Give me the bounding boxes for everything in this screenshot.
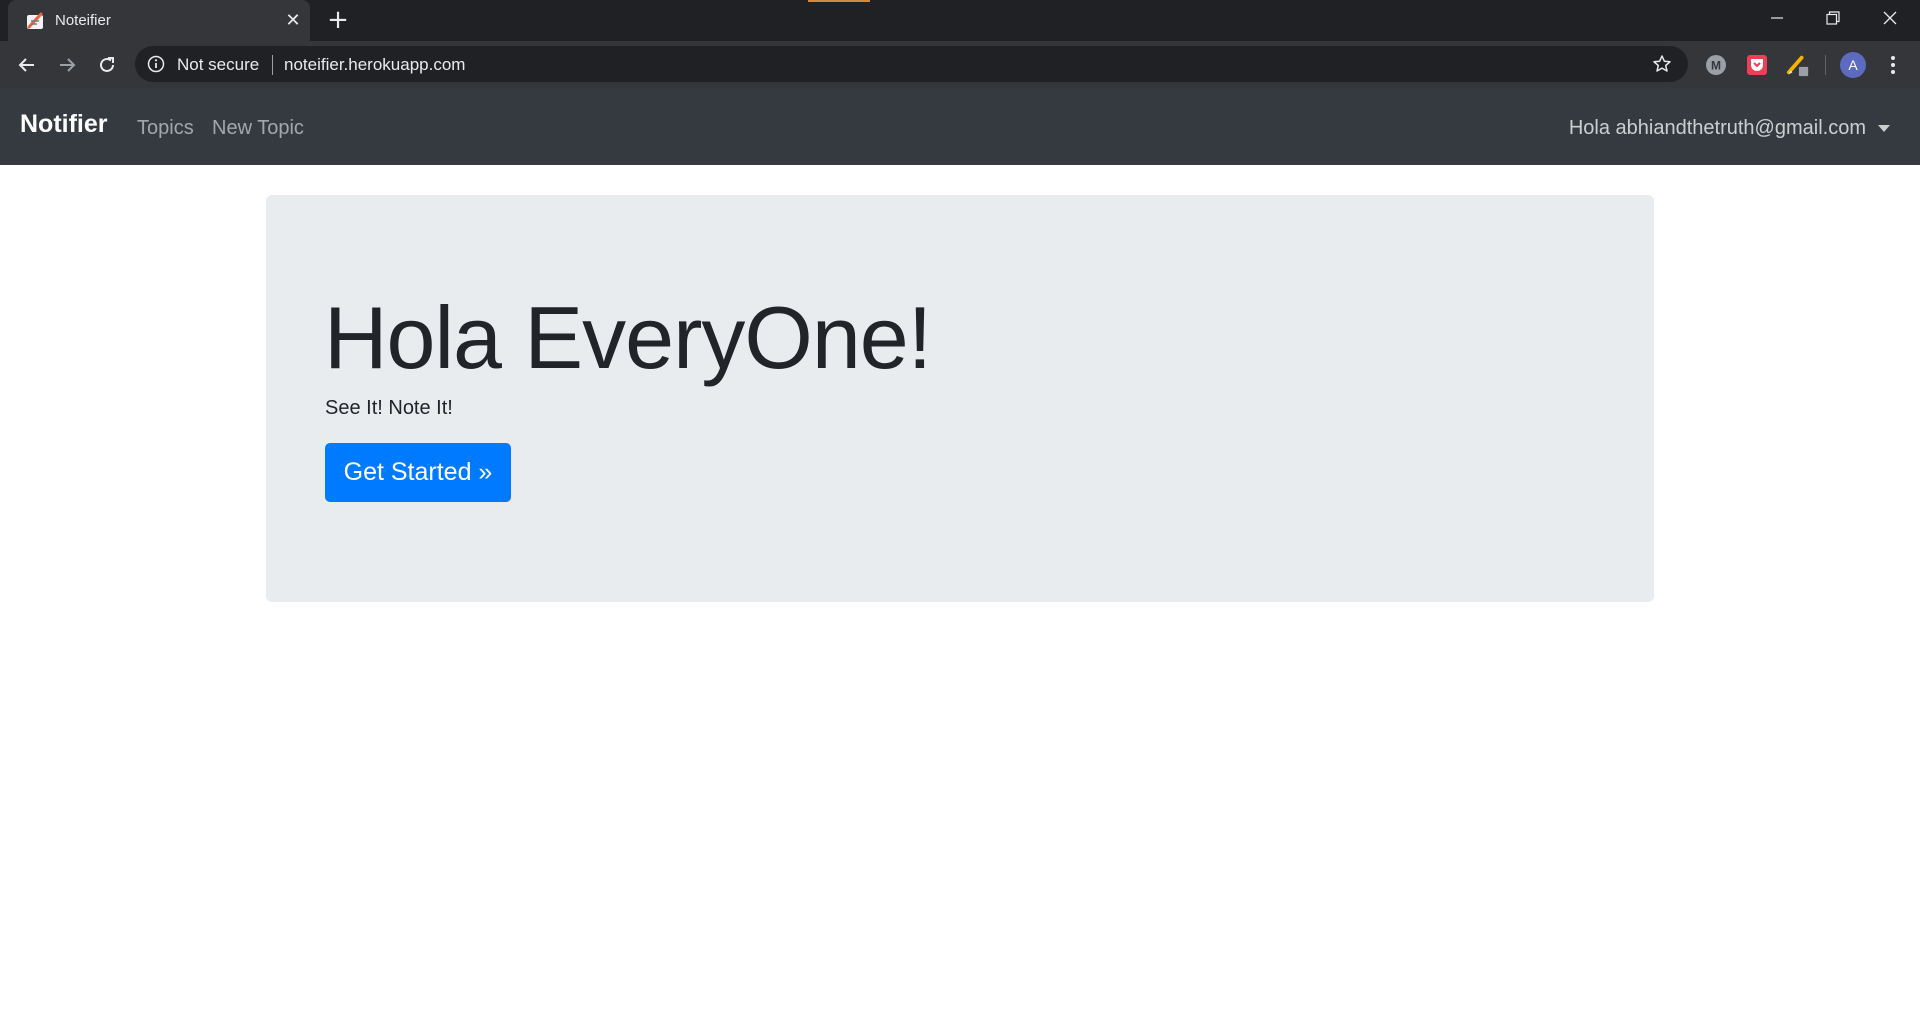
user-dropdown[interactable]: Hola abhiandthetruth@gmail.com bbox=[1569, 117, 1890, 140]
browser-tab[interactable]: Noteifier ✕ bbox=[8, 0, 310, 41]
close-window-icon[interactable] bbox=[1862, 0, 1918, 36]
get-started-button[interactable]: Get Started » bbox=[325, 443, 511, 502]
hero-tagline: See It! Note It! bbox=[325, 397, 453, 419]
browser-menu-icon[interactable] bbox=[1883, 53, 1903, 77]
tab-strip-accent bbox=[808, 0, 870, 2]
restore-icon[interactable] bbox=[1805, 0, 1861, 36]
profile-avatar[interactable]: A bbox=[1840, 52, 1866, 78]
hero-heading: Hola EveryOne! bbox=[324, 288, 932, 387]
browser-titlebar: Noteifier ✕ + bbox=[0, 0, 1920, 41]
chevron-down-icon bbox=[1878, 125, 1890, 132]
site-favicon-icon bbox=[27, 12, 43, 29]
forward-icon[interactable] bbox=[51, 49, 83, 81]
reload-icon[interactable] bbox=[91, 49, 123, 81]
security-label[interactable]: Not secure bbox=[177, 55, 259, 75]
url-text[interactable]: noteifier.herokuapp.com bbox=[284, 55, 465, 75]
hero-jumbotron: Hola EveryOne! See It! Note It! Get Star… bbox=[266, 195, 1654, 602]
brand-logo[interactable]: Notifier bbox=[20, 110, 108, 139]
nav-link-new-topic[interactable]: New Topic bbox=[212, 117, 304, 140]
address-separator bbox=[272, 55, 273, 75]
address-bar[interactable]: Not secure noteifier.herokuapp.com bbox=[135, 46, 1688, 82]
info-icon[interactable] bbox=[147, 55, 165, 73]
minimize-icon[interactable] bbox=[1749, 0, 1805, 36]
browser-toolbar: Not secure noteifier.herokuapp.com M A bbox=[0, 41, 1920, 88]
extension-pen-icon[interactable] bbox=[1786, 53, 1810, 77]
nav-link-topics[interactable]: Topics bbox=[137, 117, 194, 140]
toolbar-separator bbox=[1825, 55, 1826, 75]
tab-title: Noteifier bbox=[55, 12, 111, 29]
tab-close-icon[interactable]: ✕ bbox=[283, 10, 303, 30]
new-tab-icon[interactable]: + bbox=[325, 7, 351, 34]
site-navbar: Notifier Topics New Topic Hola abhiandth… bbox=[0, 88, 1920, 165]
back-icon[interactable] bbox=[11, 49, 43, 81]
extension-pocket-icon[interactable] bbox=[1745, 53, 1769, 77]
bookmark-star-icon[interactable] bbox=[1652, 54, 1672, 74]
user-greeting: Hola abhiandthetruth@gmail.com bbox=[1568, 117, 1866, 139]
extension-m-icon[interactable]: M bbox=[1704, 53, 1728, 77]
svg-text:M: M bbox=[1711, 59, 1721, 73]
